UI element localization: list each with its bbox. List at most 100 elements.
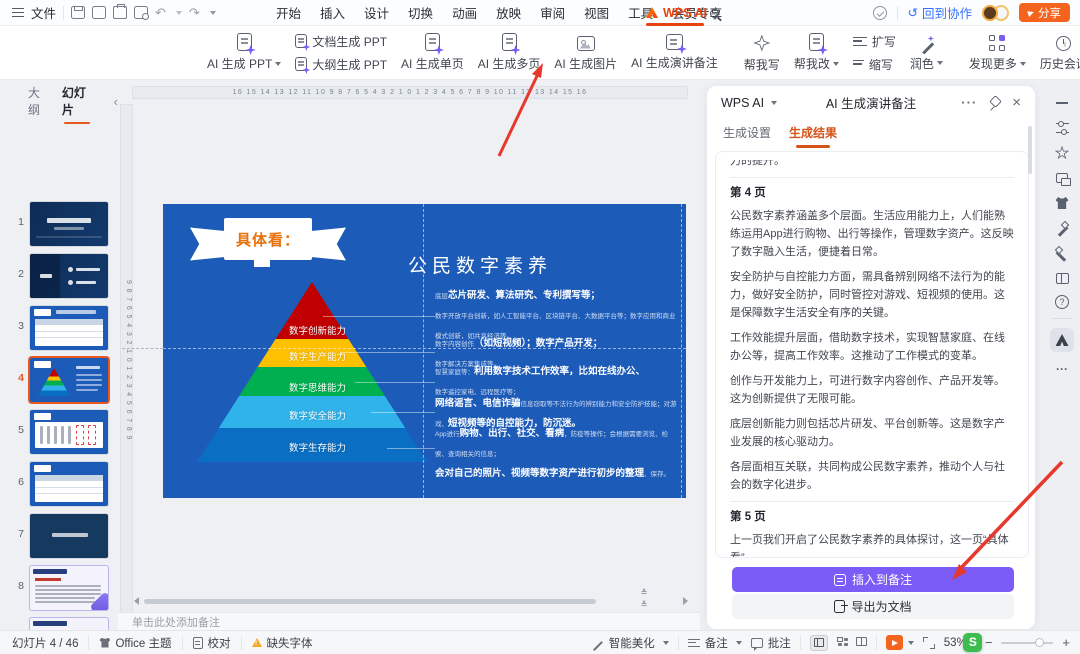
help-me-write-button[interactable]: 帮我写: [737, 29, 787, 77]
effects-star-icon[interactable]: [1054, 145, 1070, 161]
outline-to-ppt-button[interactable]: 大纲生成 PPT: [295, 56, 387, 73]
signature-pen-icon[interactable]: [1054, 245, 1070, 261]
slides-copy-icon[interactable]: [1054, 170, 1070, 186]
zoom-slider[interactable]: S: [1001, 642, 1053, 644]
menu-item-design[interactable]: 设计: [364, 3, 389, 22]
notes-input-area[interactable]: 单击此处添加备注: [118, 612, 700, 630]
horizontal-ruler[interactable]: 16 15 14 13 12 11 10 9 8 7 6 5 4 3 2 1 0…: [132, 86, 688, 99]
proofread-label: 校对: [208, 635, 231, 651]
tab-generation-settings[interactable]: 生成设置: [723, 124, 771, 141]
slideshow-button[interactable]: [886, 635, 914, 650]
smart-beautify-button[interactable]: 智能美化: [592, 635, 669, 651]
undo-icon[interactable]: ↶: [155, 5, 166, 21]
horizontal-scrollbar[interactable]: [132, 596, 690, 606]
card-scrollbar-thumb[interactable]: [1028, 126, 1032, 174]
missing-font-button[interactable]: !缺失字体: [252, 635, 313, 651]
zoom-slider-thumb[interactable]: [1035, 638, 1044, 647]
slide-thumbnail-1[interactable]: [30, 202, 108, 246]
menu-item-home[interactable]: 开始: [276, 3, 301, 22]
fit-to-window-icon[interactable]: [923, 637, 935, 649]
previous-slide-button[interactable]: ≙: [638, 588, 650, 598]
zoom-out-button[interactable]: −: [985, 635, 993, 650]
ai-app-selector[interactable]: WPS AI: [721, 96, 777, 110]
reading-view-button[interactable]: [856, 637, 867, 649]
ai-generate-speech-notes-button[interactable]: AI 生成演讲备注: [624, 29, 725, 77]
discover-more-button[interactable]: 发现更多: [962, 29, 1033, 77]
proofread-button[interactable]: 校对: [193, 635, 231, 651]
scrollbar-thumb[interactable]: [144, 599, 596, 604]
quick-access-caret-icon[interactable]: [210, 11, 216, 15]
tab-slides[interactable]: 幻灯片: [62, 84, 92, 118]
wps-ai-sidebar-button-active[interactable]: [1050, 328, 1074, 352]
slide-thumbnail-8[interactable]: [30, 566, 108, 610]
slide-thumbnail-2[interactable]: [30, 254, 108, 298]
properties-sliders-icon[interactable]: [1054, 120, 1070, 136]
generated-notes-card[interactable]: 力的提升。 第 4 页 公民数字素养涵盖多个层面。生活应用能力上，人们能熟练运用…: [715, 151, 1029, 558]
collapse-sidebar-icon[interactable]: [1054, 95, 1070, 111]
zoom-in-button[interactable]: +: [1062, 635, 1070, 650]
doc-to-ppt-button[interactable]: 文档生成 PPT: [295, 33, 387, 50]
slide-thumbnail-7[interactable]: [30, 514, 108, 558]
normal-view-button-active[interactable]: [810, 635, 828, 651]
ai-generate-image-button[interactable]: AI 生成图片: [547, 29, 624, 77]
more-options-icon[interactable]: ···: [961, 95, 977, 110]
expand-text-button[interactable]: 扩写: [853, 33, 896, 50]
pyramid-diagram[interactable]: [197, 282, 427, 462]
tab-generation-results[interactable]: 生成结果: [789, 124, 837, 141]
slide-title[interactable]: 公民数字素养: [408, 251, 552, 278]
slide-thumbnail-4-selected[interactable]: [30, 358, 108, 402]
search-icon[interactable]: [710, 7, 719, 21]
help-icon[interactable]: ?: [1055, 295, 1069, 309]
share-button[interactable]: 分享: [1019, 3, 1070, 22]
slide-sorter-view-button[interactable]: [837, 637, 847, 649]
file-menu[interactable]: 文件: [31, 3, 56, 22]
beautify-wand-icon[interactable]: [1054, 220, 1070, 236]
section-divider: [730, 501, 1014, 502]
scroll-right-icon[interactable]: [683, 597, 688, 605]
slide-thumbnail-5[interactable]: [30, 410, 108, 454]
reference-book-icon[interactable]: [1054, 270, 1070, 286]
theme-button[interactable]: Office 主题: [99, 635, 171, 651]
pin-panel-icon[interactable]: [989, 97, 1000, 108]
floating-app-icon[interactable]: S: [963, 633, 982, 652]
slide-canvas[interactable]: 具体看： 公民数字素养 数字创新能力 数字生产能力 数字思维能力 数字安全能力 …: [163, 204, 686, 498]
help-me-edit-button[interactable]: 帮我改: [787, 29, 846, 77]
next-slide-button[interactable]: ≚: [638, 600, 650, 610]
theme-shirt-icon[interactable]: [1054, 195, 1070, 211]
ai-generate-multi-page-button[interactable]: AI 生成多页: [471, 29, 548, 77]
menu-item-transition[interactable]: 切换: [408, 3, 433, 22]
slide-badge-ribbon[interactable]: 具体看：: [190, 218, 346, 268]
history-sessions-button[interactable]: 历史会话: [1033, 29, 1080, 77]
condense-text-button[interactable]: 缩写: [853, 56, 896, 73]
undo-caret-icon[interactable]: [176, 11, 182, 15]
notes-button[interactable]: 备注: [688, 635, 742, 651]
menu-item-slideshow[interactable]: 放映: [496, 3, 521, 22]
print-preview-icon[interactable]: [134, 6, 148, 19]
tab-outline[interactable]: 大纲: [28, 84, 48, 118]
print-icon[interactable]: [113, 6, 127, 19]
slide-thumbnail-3[interactable]: [30, 306, 108, 350]
close-panel-icon[interactable]: ×: [1012, 94, 1021, 111]
save-icon[interactable]: [71, 6, 85, 19]
insert-to-notes-button[interactable]: 插入到备注: [732, 567, 1014, 592]
scroll-left-icon[interactable]: [134, 597, 139, 605]
avatar[interactable]: [982, 5, 998, 21]
redo-icon[interactable]: ↷: [189, 5, 200, 21]
main-menu-icon[interactable]: [12, 8, 24, 17]
menu-item-review[interactable]: 审阅: [540, 3, 565, 22]
vertical-ruler[interactable]: 9 8 7 6 5 4 3 2 1 0 1 2 3 4 5 6 7 8 9: [120, 104, 133, 616]
back-to-collab-button[interactable]: ↺ 回到协作: [908, 3, 973, 22]
ai-generate-ppt-button[interactable]: AI 生成 PPT: [200, 29, 288, 77]
tab-wps-ai[interactable]: WPS AI: [646, 0, 707, 25]
menu-item-view[interactable]: 视图: [584, 3, 609, 22]
comments-button[interactable]: 批注: [751, 635, 791, 651]
ai-generate-single-page-button[interactable]: AI 生成单页: [394, 29, 471, 77]
polish-button[interactable]: 润色: [903, 29, 950, 77]
more-sidebar-icon[interactable]: ···: [1054, 361, 1070, 377]
menu-item-animation[interactable]: 动画: [452, 3, 477, 22]
saved-status-icon[interactable]: [873, 6, 887, 20]
export-as-document-button[interactable]: 导出为文档: [732, 594, 1014, 619]
output-icon[interactable]: [92, 6, 106, 19]
menu-item-insert[interactable]: 插入: [320, 3, 345, 22]
slide-thumbnail-6[interactable]: [30, 462, 108, 506]
